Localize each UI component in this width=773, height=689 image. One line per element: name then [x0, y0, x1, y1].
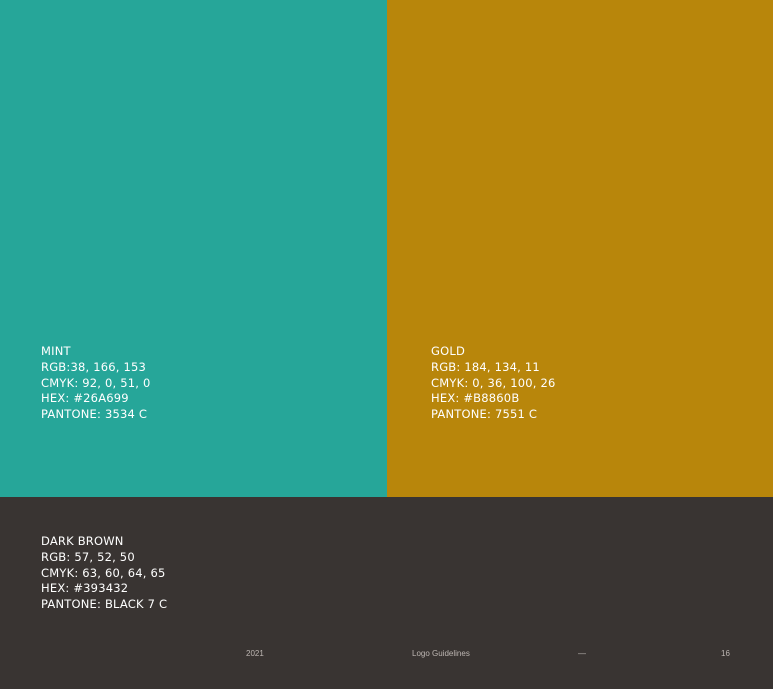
dark-brown-hex-value: HEX: #393432	[41, 581, 129, 596]
dark-brown-cmyk-value: CMYK: 63, 60, 64, 65	[41, 565, 166, 580]
mint-color-swatch: MINT RGB:38, 166, 153 CMYK: 92, 0, 51, 0…	[0, 0, 387, 497]
gold-hex-value: HEX: #B8860B	[431, 391, 520, 406]
mint-cmyk-value: CMYK: 92, 0, 51, 0	[41, 375, 151, 390]
gold-cmyk-value: CMYK: 0, 36, 100, 26	[431, 375, 556, 390]
dark-brown-color-swatch: DARK BROWN RGB: 57, 52, 50 CMYK: 63, 60,…	[0, 497, 773, 689]
dark-brown-color-name: DARK BROWN	[41, 534, 124, 548]
dark-brown-color-specs: DARK BROWN RGB: 57, 52, 50 CMYK: 63, 60,…	[41, 534, 167, 613]
footer-year: 2021	[246, 649, 264, 658]
brand-color-page: MINT RGB:38, 166, 153 CMYK: 92, 0, 51, 0…	[0, 0, 773, 689]
gold-color-swatch: GOLD RGB: 184, 134, 11 CMYK: 0, 36, 100,…	[387, 0, 773, 497]
gold-color-name: GOLD	[431, 344, 466, 358]
mint-pantone-value: PANTONE: 3534 C	[41, 407, 148, 422]
footer-separator: —	[578, 649, 586, 658]
dark-brown-rgb-value: RGB: 57, 52, 50	[41, 549, 135, 564]
mint-hex-value: HEX: #26A699	[41, 391, 129, 406]
gold-color-specs: GOLD RGB: 184, 134, 11 CMYK: 0, 36, 100,…	[431, 344, 556, 423]
footer-page-number: 16	[721, 649, 730, 658]
mint-color-name: MINT	[41, 344, 71, 358]
dark-brown-pantone-value: PANTONE: BLACK 7 C	[41, 597, 168, 612]
gold-rgb-value: RGB: 184, 134, 11	[431, 359, 540, 374]
gold-pantone-value: PANTONE: 7551 C	[431, 407, 538, 422]
footer-document-title: Logo Guidelines	[412, 649, 470, 658]
mint-color-specs: MINT RGB:38, 166, 153 CMYK: 92, 0, 51, 0…	[41, 344, 150, 423]
mint-rgb-value: RGB:38, 166, 153	[41, 359, 147, 374]
